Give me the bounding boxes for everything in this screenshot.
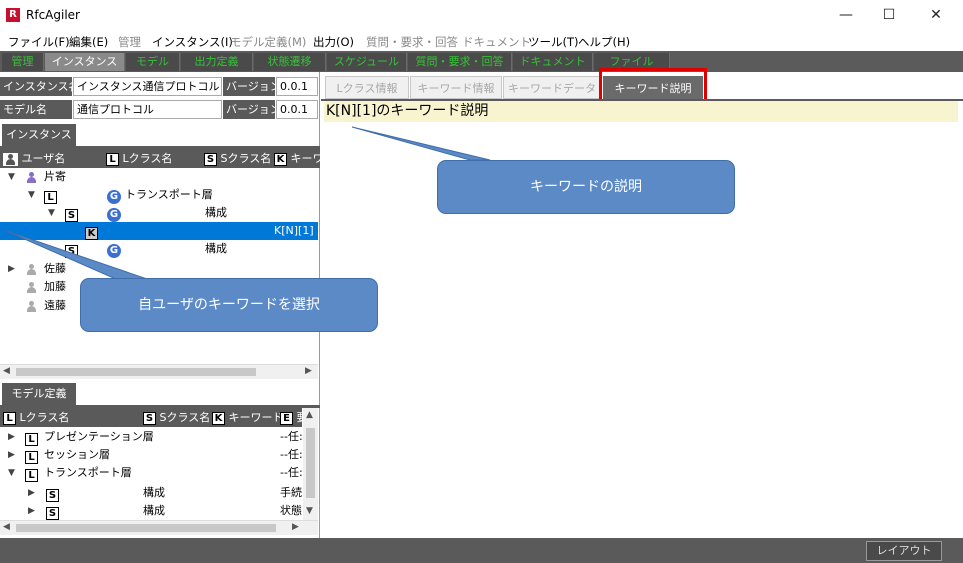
layout-button[interactable]: レイアウト xyxy=(866,541,942,561)
left-callout-pointer xyxy=(3,229,151,281)
callout-keyword-description: キーワードの説明 xyxy=(437,160,735,214)
right-callout-pointer xyxy=(351,126,491,161)
callout-select-keyword: 自ユーザのキーワードを選択 xyxy=(80,278,378,332)
status-bar xyxy=(0,538,963,563)
